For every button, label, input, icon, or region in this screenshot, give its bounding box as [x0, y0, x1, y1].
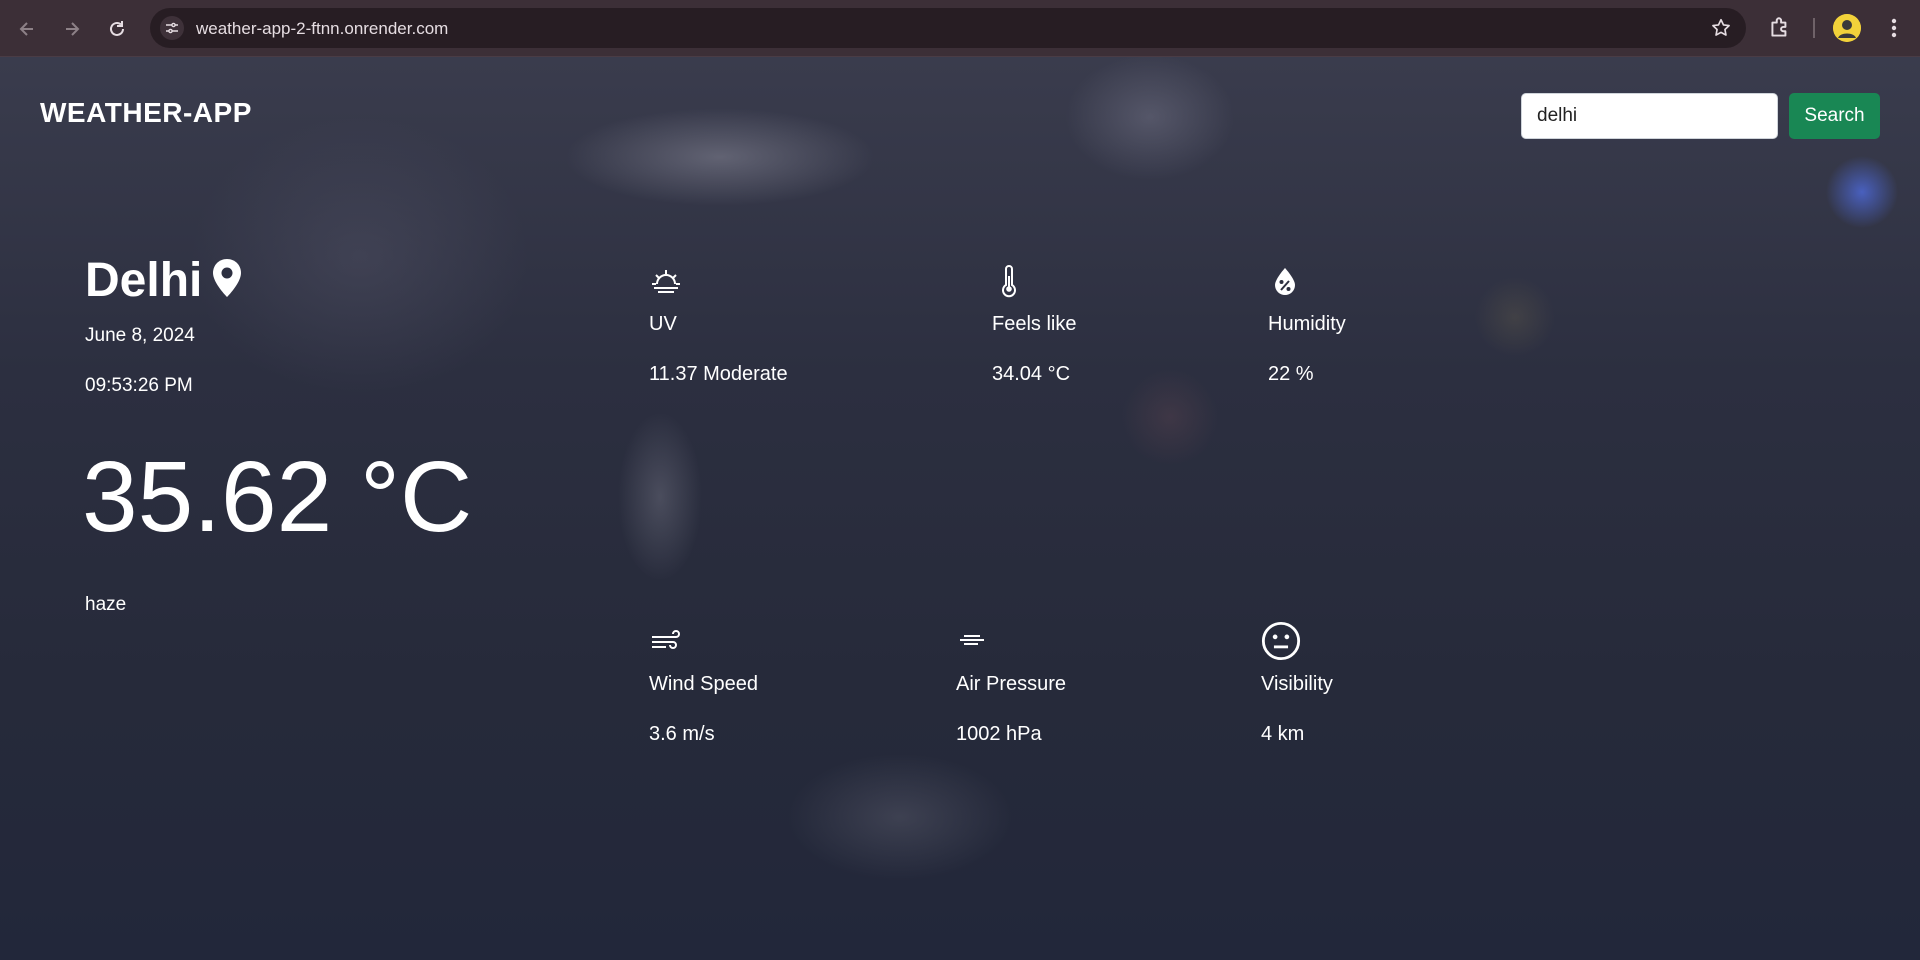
- address-url: weather-app-2-ftnn.onrender.com: [196, 19, 449, 38]
- stat-value: 34.04 °C: [992, 363, 1071, 385]
- extensions-puzzle-icon[interactable]: [1767, 15, 1793, 41]
- address-bar[interactable]: weather-app-2-ftnn.onrender.com: [150, 8, 1746, 48]
- stat-visibility: Visibility 4 km: [1261, 621, 1333, 745]
- reload-icon: [110, 21, 124, 36]
- weather-condition: haze: [85, 594, 127, 615]
- stat-wind-speed: Wind Speed 3.6 m/s: [649, 624, 758, 745]
- tune-icon: [166, 22, 178, 34]
- stat-air-pressure: Air Pressure 1002 hPa: [956, 624, 1066, 745]
- more-menu-icon[interactable]: [1880, 14, 1908, 42]
- wind-icon: [652, 630, 680, 649]
- thermometer-icon: [1002, 265, 1016, 298]
- stat-label: Humidity: [1268, 313, 1346, 335]
- search-button[interactable]: Search: [1789, 93, 1880, 139]
- stat-humidity: Humidity 22 %: [1268, 264, 1346, 385]
- stat-label: Visibility: [1261, 673, 1333, 695]
- bookmark-star-icon[interactable]: [1710, 17, 1732, 39]
- browser-toolbar: weather-app-2-ftnn.onrender.com: [0, 0, 1920, 57]
- stat-label: Wind Speed: [649, 673, 758, 695]
- city-heading: Delhi: [85, 253, 244, 308]
- sunrise-icon: [652, 270, 680, 293]
- profile-avatar-icon: [1833, 14, 1861, 42]
- back-arrow-icon: [19, 22, 33, 36]
- forward-arrow-icon: [66, 22, 80, 36]
- location-pin-icon: [213, 258, 242, 297]
- stat-value: 3.6 m/s: [649, 723, 715, 745]
- stat-feels-like: Feels like 34.04 °C: [992, 264, 1076, 385]
- stat-uv: UV 11.37 Moderate: [649, 264, 788, 385]
- current-temperature: 35.62 °C: [82, 441, 473, 553]
- current-date: June 8, 2024: [85, 325, 195, 346]
- city-name: Delhi: [85, 254, 203, 307]
- reload-button[interactable]: [102, 14, 132, 44]
- forward-button[interactable]: [57, 14, 87, 44]
- profile-avatar[interactable]: [1833, 14, 1861, 42]
- stat-value: 22 %: [1268, 363, 1314, 385]
- toolbar-divider: [1813, 18, 1815, 38]
- stat-value: 1002 hPa: [956, 723, 1042, 745]
- stat-label: Air Pressure: [956, 673, 1067, 695]
- stat-value: 11.37 Moderate: [649, 363, 788, 385]
- current-time: 09:53:26 PM: [85, 375, 193, 396]
- site-info-button[interactable]: [160, 16, 184, 40]
- stat-value: 4 km: [1261, 723, 1305, 745]
- back-button[interactable]: [12, 14, 42, 44]
- city-search-input[interactable]: [1521, 93, 1778, 139]
- stat-label: Feels like: [992, 313, 1077, 335]
- pressure-icon: [960, 635, 984, 645]
- humidity-drop-icon: [1275, 268, 1295, 295]
- app-brand[interactable]: WEATHER-APP: [40, 97, 252, 129]
- stat-label: UV: [649, 313, 677, 335]
- weather-page: WEATHER-APP Search Delhi June 8, 2024 09…: [0, 57, 1920, 960]
- neutral-face-icon: [1261, 621, 1301, 661]
